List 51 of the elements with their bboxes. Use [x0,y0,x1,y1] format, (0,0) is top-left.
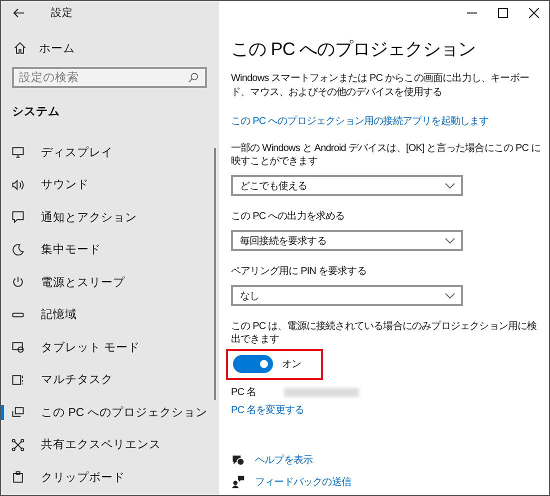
description-text: Windows スマートフォンまたは PC からこの画面に出力し、キーボード、マウス、およびその他のデバイスを使用する [231,72,530,100]
sidebar-item[interactable]: クリップボード [1,461,219,494]
dropdown[interactable]: なし [231,285,463,306]
item-icon [11,210,25,224]
sidebar-item[interactable]: ディスプレイ [1,136,219,168]
toggle-state-text: オン [282,358,302,371]
rename-link[interactable]: PC 名を変更する [231,403,304,417]
chevron-icon [445,292,455,298]
item-icon [11,275,25,290]
sidebar-item[interactable]: サウンド [1,168,219,201]
sidebar-item[interactable]: 集中モード [1,234,219,266]
item-icon [11,242,25,257]
chevron-icon [445,182,455,188]
close-icon[interactable] [529,8,539,18]
setting-label: 一部の Windows と Android デバイスは、[OK] と言った場合にこの PC に映すことができます [231,142,542,168]
sidebar-item[interactable]: マルチタスク [1,364,219,396]
search-field[interactable]: 設定の検索 [12,67,207,88]
search-icon [188,72,199,83]
item-icon [11,178,25,192]
section-heading: システム [12,105,61,120]
item-icon [11,470,25,484]
setting-label: ペアリング用に PIN を要求する [231,265,368,278]
sidebar-item[interactable]: 共有エクスペリエンス [1,428,219,461]
page-title: この PC へのプロジェクション [231,38,477,61]
launch-app-link[interactable]: この PC へのプロジェクション用の接続アプリを起動します [231,114,489,128]
dropdown[interactable]: どこでも使える [231,175,463,196]
setting-label: この PC は、電源に接続されている場合にのみプロジェクション用に検出できます [231,320,538,346]
sidebar-item[interactable]: 通知とアクション [1,201,219,234]
item-icon [11,405,25,420]
pc-name-label: PC 名 [231,386,256,399]
feedback-icon [231,475,245,489]
dropdown[interactable]: 毎回接続を要求する [231,230,463,251]
toggle-switch[interactable] [233,355,273,373]
item-icon [11,438,25,452]
help-link[interactable]: フィードバックの送信 [255,475,352,489]
maximize-icon[interactable] [498,8,508,18]
sidebar-item[interactable]: 記憶域 [1,298,219,331]
item-icon [11,340,25,354]
help-link[interactable]: ヘルプを表示 [255,453,313,467]
home-icon [13,41,27,55]
scrollbar[interactable] [214,148,216,400]
back-icon[interactable] [13,8,25,18]
chevron-icon [445,238,455,244]
setting-label: この PC への出力を求める [231,210,346,223]
help-icon [231,453,245,467]
item-icon [11,372,25,387]
window-title: 設定 [51,6,73,20]
sidebar-item[interactable]: 電源とスリープ [1,266,219,298]
home-item[interactable]: ホーム [13,38,219,58]
item-icon [11,145,25,160]
sidebar-item[interactable]: タブレット モード [1,331,219,364]
